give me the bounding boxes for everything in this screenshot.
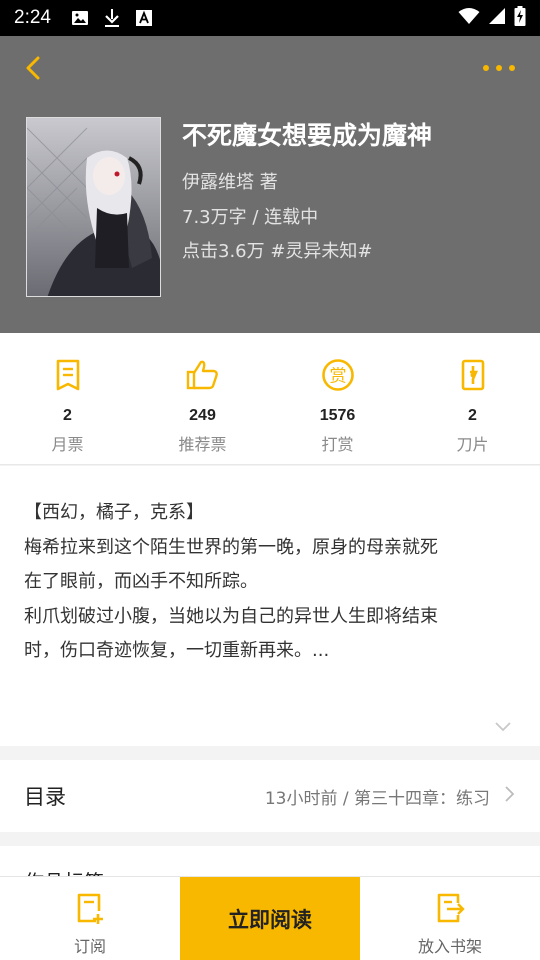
svg-text:赏: 赏 (329, 367, 346, 387)
blade-count: 2 (468, 407, 477, 424)
catalog-row[interactable]: 目录 13小时前 / 第三十四章：练习 (0, 760, 540, 832)
download-icon (101, 7, 123, 29)
bottom-action-bar: 订阅 立即阅读 放入书架 (0, 876, 540, 960)
book-author[interactable]: 伊露维塔 著 (182, 168, 278, 194)
stats-row: 2 月票 249 推荐票 赏 1576 打赏 2 刀片 (0, 333, 540, 465)
blade-icon (455, 357, 491, 393)
recommend-ticket-label: 推荐票 (178, 435, 227, 454)
subscribe-icon (74, 891, 106, 925)
recommend-ticket-stat[interactable]: 249 推荐票 (135, 333, 270, 464)
monthly-ticket-label: 月票 (51, 435, 84, 454)
intro-line: 利爪划破过小腹，当她以为自己的异世人生即将结束 (24, 605, 438, 627)
latest-chapter: 13小时前 / 第三十四章：练习 (264, 788, 490, 809)
status-bar: 2:24 (0, 0, 540, 36)
ticket-icon (50, 357, 86, 393)
book-introduction[interactable]: 【西幻，橘子，克系】 梅希拉来到这个陌生世界的第一晚，原身的母亲就死 在了眼前，… (0, 466, 540, 746)
reward-coin-icon: 赏 (320, 357, 356, 393)
intro-line: 在了眼前，而凶手不知所踪。 (24, 571, 258, 592)
intro-line: 梅希拉来到这个陌生世界的第一晚，原身的母亲就死 (24, 536, 438, 558)
chevron-right-icon (504, 785, 516, 807)
book-header: 不死魔女想要成为魔神 伊露维塔 著 7.3万字 / 连载中 点击3.6万 #灵异… (0, 36, 540, 333)
add-to-shelf-icon (434, 891, 466, 925)
recommend-ticket-count: 249 (189, 407, 216, 424)
subscribe-button[interactable]: 订阅 (0, 877, 180, 960)
blade-label: 刀片 (456, 435, 489, 454)
subscribe-label: 订阅 (73, 937, 106, 956)
monthly-ticket-count: 2 (63, 407, 72, 424)
chevron-down-icon[interactable] (494, 718, 512, 732)
thumbs-up-icon (185, 357, 221, 393)
reward-stat[interactable]: 赏 1576 打赏 (270, 333, 405, 464)
blade-stat[interactable]: 2 刀片 (405, 333, 540, 464)
book-clicks-tags[interactable]: 点击3.6万 #灵异未知# (182, 237, 373, 263)
add-to-shelf-button[interactable]: 放入书架 (360, 877, 540, 960)
monthly-ticket-stat[interactable]: 2 月票 (0, 333, 135, 464)
reward-label: 打赏 (321, 435, 354, 454)
font-a-icon (133, 7, 155, 29)
reward-count: 1576 (319, 407, 356, 424)
book-word-count-status: 7.3万字 / 连载中 (182, 207, 319, 228)
add-to-shelf-label: 放入书架 (417, 937, 482, 956)
wifi-icon (458, 7, 480, 29)
back-icon[interactable] (20, 54, 48, 82)
book-cover-image[interactable] (26, 117, 161, 297)
intro-line: 【西幻，橘子，克系】 (24, 502, 204, 523)
status-time: 2:24 (14, 7, 51, 28)
image-notification-icon (69, 7, 91, 29)
signal-icon (488, 7, 506, 29)
intro-line: 时，伤口奇迹恢复，一切重新再来。... (24, 640, 330, 661)
more-options-icon[interactable] (482, 58, 516, 78)
book-title: 不死魔女想要成为魔神 (182, 121, 433, 150)
battery-charging-icon (514, 6, 526, 30)
read-now-button[interactable]: 立即阅读 (180, 877, 360, 960)
catalog-label: 目录 (24, 785, 66, 809)
